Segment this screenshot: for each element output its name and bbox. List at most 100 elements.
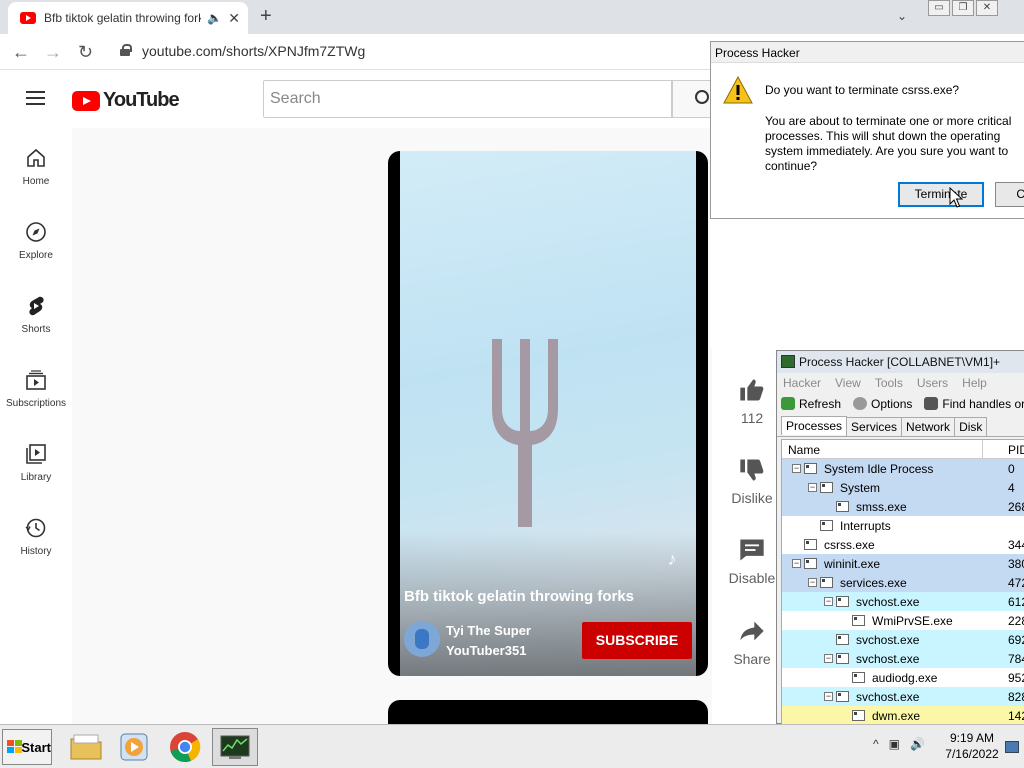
- start-button[interactable]: Start: [2, 729, 52, 765]
- process-name: wininit.exe: [824, 557, 881, 571]
- sidebar-item-label: Subscriptions: [5, 398, 67, 409]
- menu-users[interactable]: Users: [917, 376, 948, 390]
- process-row[interactable]: − services.exe 472: [782, 573, 1024, 592]
- tab-network[interactable]: Network: [901, 417, 956, 436]
- search-input[interactable]: [264, 81, 671, 117]
- menu-hacker[interactable]: Hacker: [783, 376, 821, 390]
- process-row[interactable]: − System Idle Process 0: [782, 459, 1024, 478]
- share-button[interactable]: Share: [724, 617, 780, 667]
- process-row[interactable]: − svchost.exe 784: [782, 649, 1024, 668]
- search-button[interactable]: [672, 80, 712, 118]
- sidebar-item-explore[interactable]: Explore: [0, 202, 72, 276]
- process-row[interactable]: − svchost.exe 612: [782, 592, 1024, 611]
- new-tab-button[interactable]: +: [260, 5, 272, 28]
- process-row[interactable]: − svchost.exe 828: [782, 687, 1024, 706]
- sidebar-item-label: Library: [20, 472, 52, 483]
- tree-toggle[interactable]: −: [824, 654, 833, 663]
- tab-disk[interactable]: Disk: [954, 417, 988, 436]
- process-name: smss.exe: [856, 500, 907, 514]
- process-tree[interactable]: Name PID − System Idle Process 0 − Syste…: [781, 439, 1024, 725]
- menu-help[interactable]: Help: [962, 376, 987, 390]
- tab-search-icon[interactable]: ⌄: [897, 9, 907, 23]
- find-handles-icon: [924, 397, 939, 410]
- close-window-button[interactable]: ✕: [976, 0, 998, 16]
- tree-toggle[interactable]: −: [824, 692, 833, 701]
- volume-icon[interactable]: 🔊: [910, 737, 925, 751]
- tree-toggle[interactable]: −: [824, 597, 833, 606]
- tree-toggle[interactable]: −: [792, 559, 801, 568]
- shorts-video-player[interactable]: ♪ Bfb tiktok gelatin throwing forks Tyi …: [388, 151, 708, 676]
- network-icon[interactable]: ▣: [889, 737, 900, 751]
- show-desktop-icon[interactable]: [1005, 741, 1019, 753]
- forward-icon[interactable]: →: [44, 42, 62, 63]
- process-row[interactable]: svchost.exe 692: [782, 630, 1024, 649]
- process-row[interactable]: dwm.exe 1428: [782, 706, 1024, 724]
- menu-icon[interactable]: [26, 91, 45, 105]
- channel-name[interactable]: Tyi The Super YouTuber351: [446, 621, 566, 661]
- tree-toggle[interactable]: −: [792, 464, 801, 473]
- fork-image: [492, 339, 558, 527]
- process-row[interactable]: smss.exe 268: [782, 497, 1024, 516]
- share-icon: [738, 617, 766, 645]
- process-icon: [836, 691, 849, 702]
- options-button[interactable]: Options: [853, 397, 912, 411]
- process-row[interactable]: WmiPrvSE.exe 2284: [782, 611, 1024, 630]
- sidebar-item-shorts[interactable]: Shorts: [0, 276, 72, 350]
- find-handles-button[interactable]: Find handles or DLLs: [924, 397, 1024, 411]
- tab-services[interactable]: Services: [846, 417, 903, 436]
- back-icon[interactable]: ←: [12, 42, 30, 63]
- process-name: Interrupts: [840, 519, 891, 533]
- sidebar-item-history[interactable]: History: [0, 498, 72, 572]
- browser-tab[interactable]: Bfb tiktok gelatin throwing forks - YouT…: [8, 2, 248, 34]
- compass-icon: [24, 220, 48, 244]
- sidebar-item-subscriptions[interactable]: Subscriptions: [0, 350, 72, 424]
- youtube-logo[interactable]: YouTube: [72, 89, 180, 112]
- tab-mute-icon[interactable]: 🔈: [207, 11, 222, 25]
- warning-icon: [723, 76, 753, 104]
- process-row[interactable]: − System 4: [782, 478, 1024, 497]
- subscribe-button[interactable]: SUBSCRIBE: [582, 622, 692, 659]
- restore-button[interactable]: ❐: [952, 0, 974, 16]
- process-row[interactable]: − wininit.exe 380: [782, 554, 1024, 573]
- lock-icon[interactable]: [120, 44, 132, 56]
- chrome-icon[interactable]: [167, 729, 203, 765]
- menu-view[interactable]: View: [835, 376, 861, 390]
- search-box[interactable]: [263, 80, 672, 118]
- cancel-button[interactable]: Cancel: [995, 182, 1024, 207]
- tab-close-icon[interactable]: ✕: [228, 10, 240, 27]
- clock[interactable]: 9:19 AM 7/16/2022: [940, 730, 1004, 762]
- dialog-message: You are about to terminate one or more c…: [765, 114, 1012, 173]
- shorts-icon: [24, 294, 48, 318]
- refresh-label: Refresh: [799, 397, 842, 411]
- process-row[interactable]: audiodg.exe 952: [782, 668, 1024, 687]
- menu-tools[interactable]: Tools: [875, 376, 903, 390]
- tab-processes[interactable]: Processes: [781, 416, 848, 435]
- process-hacker-titlebar[interactable]: Process Hacker [COLLABNET\VM1]+: [777, 351, 1024, 373]
- tree-toggle[interactable]: −: [808, 578, 817, 587]
- minimize-button[interactable]: ▭: [928, 0, 950, 16]
- like-button[interactable]: 112: [724, 376, 780, 426]
- column-separator[interactable]: [982, 440, 983, 459]
- refresh-button[interactable]: Refresh: [781, 397, 841, 411]
- process-hacker-taskbar-button[interactable]: [212, 728, 258, 766]
- channel-avatar[interactable]: [404, 621, 440, 657]
- terminate-button[interactable]: Terminate: [898, 182, 984, 207]
- address-bar[interactable]: youtube.com/shorts/XPNJfm7ZTWg: [142, 43, 365, 59]
- clock-date: 7/16/2022: [945, 747, 999, 761]
- file-explorer-icon[interactable]: [68, 729, 104, 765]
- media-player-icon[interactable]: [117, 729, 153, 765]
- sidebar-item-label: History: [20, 546, 52, 557]
- process-row[interactable]: csrss.exe 344: [782, 535, 1024, 554]
- comments-button[interactable]: Disable: [724, 536, 780, 586]
- sidebar-item-library[interactable]: Library: [0, 424, 72, 498]
- taskbar: Start ^ ▣ 🔊 9:19 AM 7/16/2022: [0, 724, 1024, 768]
- process-row[interactable]: Interrupts: [782, 516, 1024, 535]
- column-name[interactable]: Name: [788, 443, 820, 457]
- tree-toggle[interactable]: −: [808, 483, 817, 492]
- video-title[interactable]: Bfb tiktok gelatin throwing forks: [404, 588, 634, 605]
- dislike-button[interactable]: Dislike: [724, 456, 780, 506]
- sidebar-item-home[interactable]: Home: [0, 128, 72, 202]
- reload-icon[interactable]: ↻: [78, 42, 93, 63]
- column-pid[interactable]: PID: [1008, 443, 1024, 457]
- tray-expand-icon[interactable]: ^: [873, 737, 879, 751]
